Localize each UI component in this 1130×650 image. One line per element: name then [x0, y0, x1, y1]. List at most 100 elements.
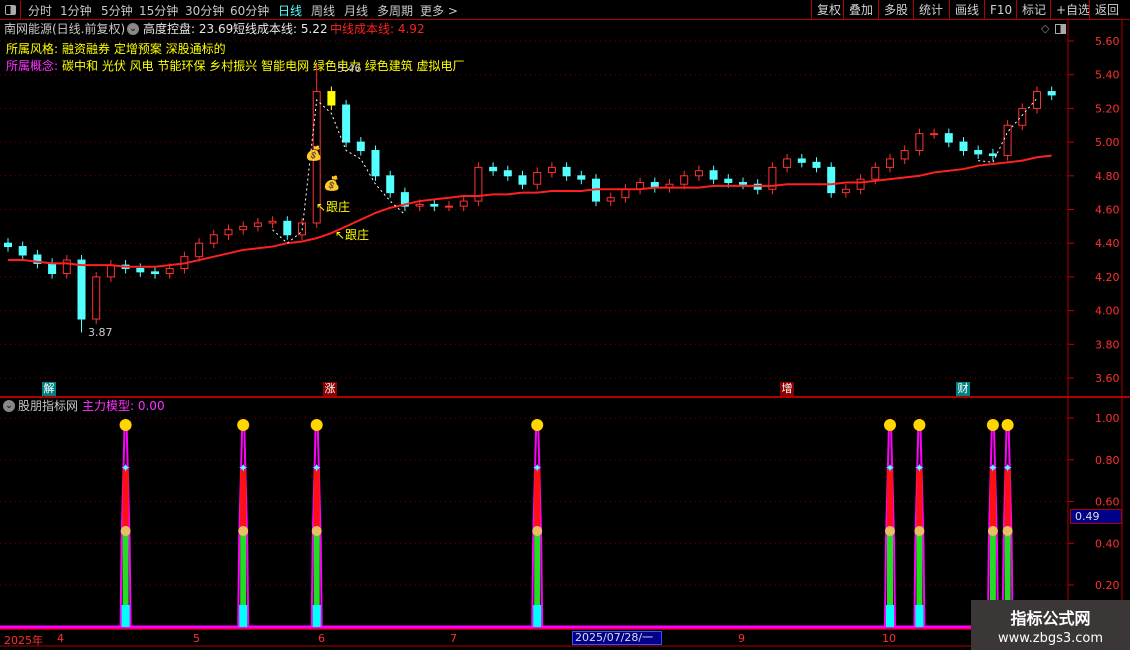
- money-bag-icon: [238, 526, 249, 536]
- candle-body: [533, 171, 542, 185]
- price-tick-label: 5.00: [1095, 136, 1120, 149]
- signal-bar-red: [989, 470, 996, 530]
- price-tick-label: 4.20: [1095, 271, 1120, 284]
- marker-zeng[interactable]: 增: [780, 382, 794, 396]
- money-bag-icon: [1002, 526, 1013, 536]
- signal-bar-green: [313, 530, 320, 605]
- butterfly-icon: ✦: [238, 461, 248, 475]
- signal-bar-red: [534, 470, 541, 530]
- candle-body: [268, 220, 277, 224]
- candle-body: [327, 91, 336, 106]
- candle-body: [151, 271, 159, 275]
- candle-body: [959, 141, 968, 152]
- signal-bar-red: [313, 470, 320, 530]
- signal-bar-red: [887, 470, 893, 530]
- price-tick-label: 3.80: [1095, 338, 1120, 351]
- candle-body: [606, 197, 615, 202]
- signal-bar-red: [916, 470, 923, 530]
- butterfly-icon: ✦: [312, 461, 322, 475]
- indicator-tick-label: 0.80: [1095, 454, 1120, 467]
- butterfly-icon: ✦: [988, 461, 998, 475]
- candle-body: [680, 175, 689, 185]
- candle-body: [1018, 107, 1027, 126]
- money-bag-icon: [311, 526, 322, 536]
- butterfly-icon: ✦: [1003, 461, 1013, 475]
- money-bag-icon: [914, 526, 925, 536]
- candle-body: [239, 225, 248, 231]
- candle-body: [1047, 91, 1056, 96]
- money-bag-icon: 💰: [305, 146, 323, 162]
- signal-bar-cyan: [312, 605, 321, 627]
- indicator-tick-label: 1.00: [1095, 412, 1120, 425]
- year-label: 2025年: [4, 634, 43, 647]
- month-label: 7: [450, 632, 457, 645]
- candle-body: [489, 166, 498, 172]
- signal-bar-cyan: [533, 605, 542, 627]
- chevron-down-icon[interactable]: ⌄: [3, 400, 15, 412]
- signal-bar-green: [534, 530, 541, 605]
- candle-body: [253, 222, 262, 227]
- candle-body: [18, 246, 27, 256]
- candle-body: [812, 161, 821, 168]
- price-tick-label: 3.60: [1095, 372, 1120, 385]
- smiley-icon: [119, 419, 132, 431]
- watermark: 指标公式网 www.zbgs3.com: [971, 600, 1130, 650]
- candle-body: [915, 133, 924, 152]
- candle-body: [4, 242, 12, 248]
- candle-body: [386, 175, 395, 194]
- butterfly-icon: ✦: [532, 461, 542, 475]
- candle-body: [797, 158, 806, 163]
- candle-body: [518, 175, 527, 185]
- high-label: 5.46: [337, 62, 362, 75]
- signal-bar-cyan: [121, 605, 130, 627]
- smiley-icon: [913, 419, 926, 431]
- signal-bar-cyan: [239, 605, 248, 627]
- signal-bar-red: [122, 470, 129, 530]
- indicator-tick-label: 0.60: [1095, 496, 1120, 509]
- month-label: 4: [57, 632, 64, 645]
- candle-body: [988, 153, 997, 157]
- watermark-url: www.zbgs3.com: [997, 631, 1104, 646]
- indicator-model: 主力模型: 0.00: [82, 399, 165, 413]
- price-tick-label: 4.60: [1095, 204, 1120, 217]
- cursor-date: 2025/07/28/一: [572, 631, 662, 645]
- candle-body: [195, 242, 204, 258]
- price-tick-label: 5.60: [1095, 35, 1120, 48]
- smiley-icon: [1001, 419, 1014, 431]
- candle-body: [856, 178, 865, 190]
- signal-bar-green: [989, 530, 996, 605]
- candle-body: [415, 203, 424, 207]
- candle-body: [562, 166, 571, 177]
- candle-body: [136, 267, 145, 273]
- signal-bar-cyan: [915, 605, 924, 627]
- candle-body: [283, 220, 292, 236]
- marker-zhang[interactable]: 涨: [323, 382, 337, 396]
- candle-body: [92, 276, 101, 320]
- smiley-icon: [237, 419, 250, 431]
- candle-body: [356, 141, 365, 152]
- month-label: 10: [882, 632, 896, 645]
- candle-body: [503, 170, 512, 177]
- current-value-badge: 0.49: [1070, 509, 1122, 524]
- candle-body: [709, 170, 718, 180]
- candle-body: [827, 166, 836, 194]
- candle-body: [62, 259, 71, 275]
- signal-bar-green: [1004, 530, 1011, 605]
- smiley-icon: [884, 419, 896, 431]
- candle-body: [106, 264, 115, 278]
- smiley-icon: [531, 419, 544, 431]
- candle-body: [209, 234, 218, 244]
- short-cost-line: [272, 98, 406, 244]
- candle-body: [445, 205, 453, 208]
- signal-bar-red: [240, 470, 247, 530]
- marker-jie[interactable]: 解: [42, 382, 56, 396]
- candle-body: [459, 200, 468, 207]
- candle-body: [694, 170, 703, 177]
- indicator-tick-label: 0.20: [1095, 579, 1120, 592]
- month-label: 5: [193, 632, 200, 645]
- candle-body: [165, 267, 174, 275]
- marker-cai[interactable]: 财: [956, 382, 970, 396]
- signal-bar-green: [122, 530, 129, 605]
- candle-body: [342, 104, 351, 143]
- price-tick-label: 5.40: [1095, 69, 1120, 82]
